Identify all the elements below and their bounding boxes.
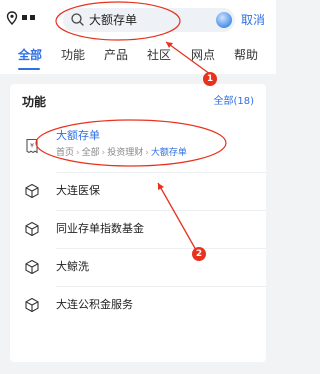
tab-bar: 全部 功能 产品 社区 网点 帮助 — [0, 46, 276, 72]
annotation-badge: 2 — [192, 247, 206, 261]
result-item-large-deposit[interactable]: ¥ 大额存单 首页 › 全部 › 投资理财 › 大额存单 — [10, 122, 266, 168]
breadcrumb: 首页 › 全部 › 投资理财 › 大额存单 — [56, 148, 187, 158]
cube-icon — [25, 183, 39, 199]
tab-products[interactable]: 产品 — [104, 46, 128, 64]
result-label: 大鲸洗 — [56, 260, 89, 273]
search-icon — [71, 13, 84, 26]
result-item[interactable]: 同业存单指数基金 — [10, 210, 266, 248]
cancel-button[interactable]: 取消 — [241, 12, 265, 28]
tab-functions[interactable]: 功能 — [61, 46, 85, 64]
result-label: 大额存单 — [56, 129, 100, 142]
location-icon[interactable] — [6, 11, 18, 25]
tab-help[interactable]: 帮助 — [234, 46, 258, 64]
result-item[interactable]: 大连公积金服务 — [10, 286, 266, 324]
tab-all[interactable]: 全部 — [18, 46, 42, 64]
breadcrumb-item: 大额存单 — [150, 148, 187, 158]
top-bar: 大额存单 取消 全部 功能 产品 社区 网点 帮助 — [0, 0, 276, 74]
status-dots — [22, 15, 35, 20]
breadcrumb-item: 全部 — [81, 148, 100, 158]
annotation-badge: 1 — [203, 72, 217, 86]
result-label: 大连医保 — [56, 184, 100, 197]
svg-text:¥: ¥ — [30, 143, 34, 150]
cube-icon — [25, 259, 39, 275]
breadcrumb-item: 投资理财 — [107, 148, 144, 158]
view-all-link[interactable]: 全部(18) — [213, 94, 254, 110]
cube-icon — [25, 221, 39, 237]
functions-card: 功能 全部(18) ¥ 大额存单 首页 › 全部 › 投资理财 › 大额存单 大连医保 同业… — [10, 84, 266, 362]
active-tab-indicator — [18, 68, 40, 70]
cube-icon — [25, 297, 39, 313]
section-title: 功能 — [22, 95, 47, 109]
result-label: 同业存单指数基金 — [56, 222, 144, 235]
result-item[interactable]: 大鲸洗 — [10, 248, 266, 286]
tab-branches[interactable]: 网点 — [191, 46, 215, 64]
breadcrumb-item: 首页 — [56, 148, 75, 158]
voice-search-icon[interactable] — [216, 12, 232, 28]
result-item[interactable]: 大连医保 — [10, 172, 266, 210]
result-label: 大连公积金服务 — [56, 298, 133, 311]
receipt-icon: ¥ — [26, 138, 38, 154]
tab-community[interactable]: 社区 — [147, 46, 171, 64]
search-input[interactable]: 大额存单 — [63, 8, 235, 32]
search-query[interactable]: 大额存单 — [89, 12, 137, 28]
